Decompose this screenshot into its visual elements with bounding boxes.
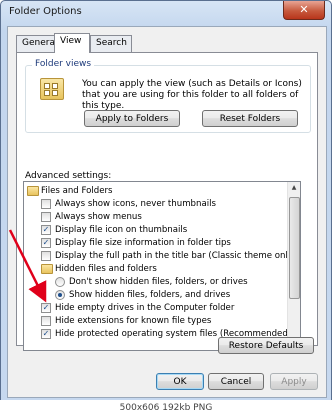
reset-folders-button[interactable]: Reset Folders	[202, 110, 298, 127]
folder-icon	[41, 264, 53, 274]
folder-icon	[27, 186, 39, 196]
window-close-button[interactable]: ✕	[283, 1, 325, 20]
dialog-body: General View Search Folder views You can…	[7, 26, 327, 398]
tree-folder-hidden-files: Hidden files and folders	[24, 263, 288, 276]
view-tab-page: Folder views You can apply the view (suc…	[16, 52, 318, 351]
tree-folder-files-and-folders: Files and Folders	[24, 185, 288, 198]
option-hide-empty-drives[interactable]: ✓ Hide empty drives in the Computer fold…	[24, 302, 288, 315]
cancel-button[interactable]: Cancel	[208, 373, 264, 390]
option-label: Display file icon on thumbnails	[55, 225, 188, 235]
radio-button-selected[interactable]	[55, 290, 65, 300]
close-icon: ✕	[299, 3, 309, 16]
checkbox-checked[interactable]: ✓	[41, 303, 51, 313]
option-label: Show hidden files, folders, and drives	[69, 290, 231, 300]
folder-views-legend: Folder views	[32, 59, 95, 69]
option-label: Hide empty drives in the Computer folder	[55, 303, 235, 313]
option-label: Display the full path in the title bar (…	[55, 251, 297, 261]
checkbox-checked[interactable]: ✓	[41, 225, 51, 235]
apply-to-folders-button[interactable]: Apply to Folders	[84, 110, 180, 127]
option-display-full-path[interactable]: Display the full path in the title bar (…	[24, 250, 296, 263]
option-always-show-icons[interactable]: Always show icons, never thumbnails	[24, 198, 288, 211]
folder-options-window: Folder Options ✕ General View Search Fol…	[0, 0, 332, 401]
folder-views-description: You can apply the view (such as Details …	[82, 79, 302, 111]
option-display-file-size-info[interactable]: ✓ Display file size information in folde…	[24, 237, 288, 250]
checkbox[interactable]	[41, 212, 51, 222]
checkbox-checked[interactable]: ✓	[41, 238, 51, 248]
scroll-thumb[interactable]	[289, 197, 300, 299]
folder-views-group: Folder views You can apply the view (suc…	[25, 59, 311, 133]
checkbox[interactable]	[41, 199, 51, 209]
scroll-up-icon[interactable]: ▲	[288, 182, 300, 194]
folder-view-icon	[40, 78, 64, 100]
image-info-bar: 500x606 192kb PNG	[0, 400, 332, 417]
checkbox[interactable]	[41, 251, 51, 261]
option-label: Always show menus	[55, 212, 142, 222]
title-bar: Folder Options ✕	[1, 1, 331, 25]
tab-search[interactable]: Search	[90, 35, 132, 52]
option-always-show-menus[interactable]: Always show menus	[24, 211, 288, 224]
option-label: Don't show hidden files, folders, or dri…	[69, 277, 248, 287]
checkbox-checked[interactable]: ✓	[41, 329, 51, 339]
radio-button[interactable]	[55, 277, 65, 287]
apply-button[interactable]: Apply	[270, 373, 318, 390]
advanced-settings-list[interactable]: Files and Folders Always show icons, nev…	[23, 181, 301, 351]
tab-view[interactable]: View	[54, 33, 90, 53]
option-hide-extensions[interactable]: Hide extensions for known file types	[24, 315, 288, 328]
ok-button[interactable]: OK	[156, 373, 204, 390]
window-title: Folder Options	[9, 6, 82, 17]
option-label: Hide extensions for known file types	[55, 316, 212, 326]
option-label: Display file size information in folder …	[55, 238, 231, 248]
tree-item-label: Hidden files and folders	[55, 264, 157, 274]
advanced-settings-label: Advanced settings:	[25, 171, 112, 181]
option-show-hidden[interactable]: Show hidden files, folders, and drives	[24, 289, 288, 302]
tree-item-label: Files and Folders	[41, 186, 113, 196]
option-label: Always show icons, never thumbnails	[55, 199, 216, 209]
option-display-file-icon-on-thumbnails[interactable]: ✓ Display file icon on thumbnails	[24, 224, 288, 237]
option-dont-show-hidden[interactable]: Don't show hidden files, folders, or dri…	[24, 276, 288, 289]
checkbox[interactable]	[41, 316, 51, 326]
tab-general[interactable]: General	[16, 35, 57, 52]
restore-defaults-button[interactable]: Restore Defaults	[218, 337, 314, 354]
vertical-scrollbar[interactable]: ▲ ▼	[287, 182, 300, 350]
